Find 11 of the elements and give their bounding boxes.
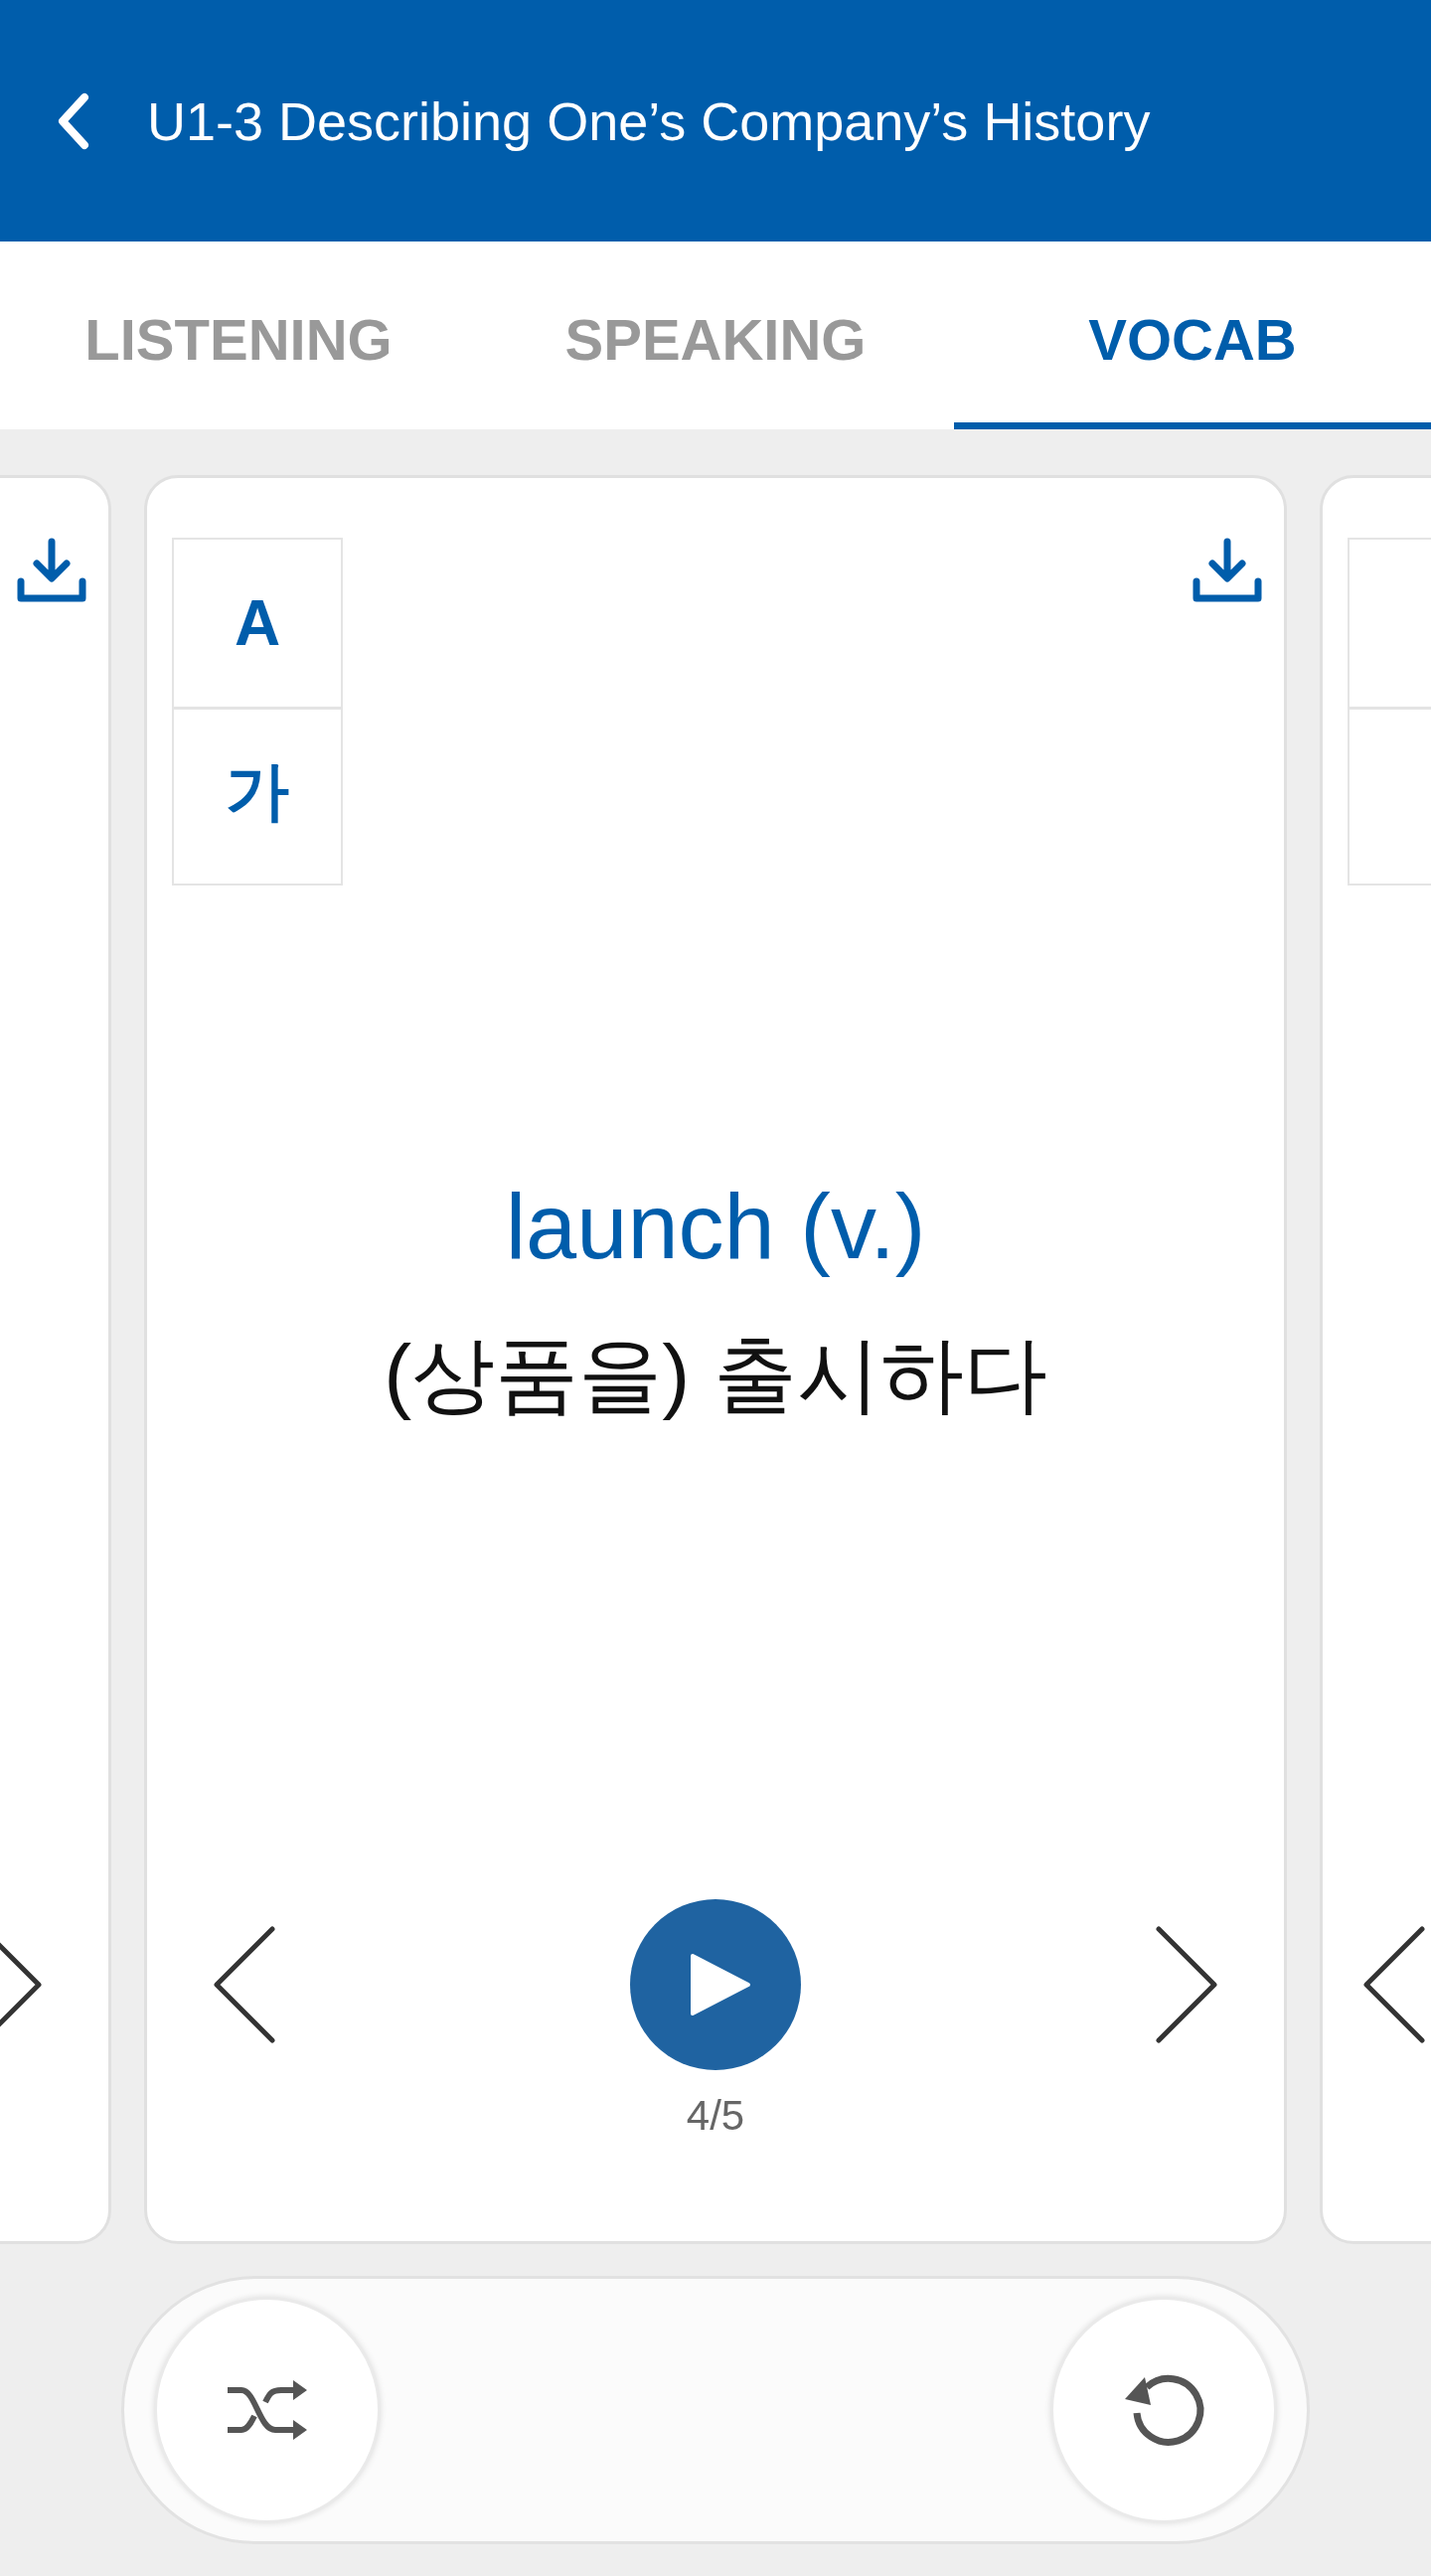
vocab-word: launch (v.) xyxy=(505,1174,926,1279)
chevron-right-icon[interactable] xyxy=(1153,1925,1218,2044)
card-counter: 4/5 xyxy=(685,2092,746,2141)
chevron-left-icon[interactable] xyxy=(213,1925,278,2044)
chevron-left-icon[interactable] xyxy=(1362,1925,1428,2044)
download-icon[interactable] xyxy=(1192,538,1262,603)
back-icon[interactable] xyxy=(58,91,89,150)
screen-title: U1-3 Describing One’s Company’s History xyxy=(147,89,1151,152)
play-icon xyxy=(689,1952,752,2017)
word-meaning: (상품을) 출시하다 xyxy=(384,1326,1047,1423)
download-icon[interactable] xyxy=(17,538,86,603)
